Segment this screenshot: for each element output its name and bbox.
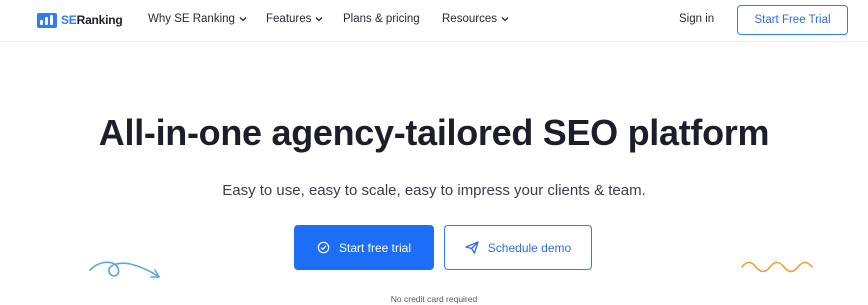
hero-subtitle: Easy to use, easy to scale, easy to impr… [222, 182, 646, 199]
nav-item-resources[interactable]: Resources [442, 13, 509, 25]
no-credit-card-note: No credit card required [390, 294, 478, 304]
nav-item-label: Why SE Ranking [148, 13, 235, 25]
nav-item-label: Features [266, 13, 312, 25]
nav-item-label: Plans & pricing [343, 13, 420, 25]
swirl-arrow-icon [89, 261, 160, 278]
nav-item-why-se-ranking[interactable]: Why SE Ranking [148, 13, 247, 25]
logo-bars-icon [37, 12, 57, 28]
schedule-demo-button[interactable]: Schedule demo [444, 225, 592, 270]
start-free-trial-label: Start free trial [338, 240, 412, 255]
check-circle-icon [317, 241, 330, 254]
chevron-down-icon [315, 17, 323, 22]
hero-title: All-in-one agency-tailored SEO platform [98, 112, 770, 153]
sign-in-link[interactable]: Sign in [679, 13, 714, 25]
schedule-demo-label: Schedule demo [487, 240, 572, 255]
nav-item-features[interactable]: Features [266, 13, 323, 25]
brand-name: SERanking [61, 13, 123, 27]
zigzag-icon [741, 261, 813, 273]
chevron-down-icon [239, 17, 247, 22]
start-free-trial-nav-button[interactable]: Start Free Trial [737, 5, 848, 35]
top-navigation: SERanking Why SE Ranking Features Plans … [0, 0, 868, 42]
brand-logo[interactable]: SERanking [37, 11, 123, 29]
chevron-down-icon [501, 17, 509, 22]
nav-item-label: Resources [442, 13, 497, 25]
start-free-trial-button[interactable]: Start free trial [294, 225, 434, 270]
paper-plane-icon [465, 241, 479, 254]
nav-item-plans-pricing[interactable]: Plans & pricing [343, 13, 420, 25]
